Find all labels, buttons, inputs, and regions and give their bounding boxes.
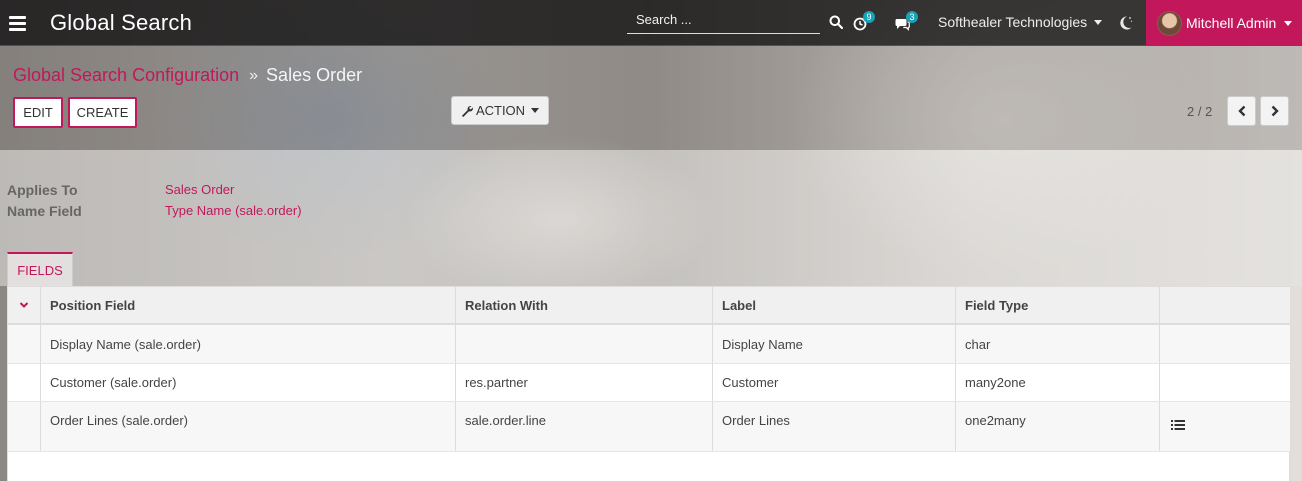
action-label: ACTION [475,103,526,118]
app-menu-button[interactable] [0,0,34,46]
app-title: Global Search [50,9,193,35]
messages-button[interactable]: 3 [895,11,919,32]
control-panel: Global Search Configuration » Sales Orde… [0,46,1302,150]
global-search-input[interactable] [627,6,820,33]
cell-label: Order Lines [713,402,956,451]
cell-relation-with: sale.order.line [456,402,713,451]
cell-label: Display Name [713,325,956,363]
column-header-relation-with[interactable]: Relation With [456,287,713,323]
breadcrumb-separator-icon: » [249,66,259,84]
cell-actions [1160,364,1290,401]
action-dropdown-button[interactable]: ACTION [451,96,549,125]
applies-to-field: Applies To Sales Order [7,182,234,198]
row-handle [8,402,41,451]
list-icon[interactable] [1171,419,1185,431]
user-menu[interactable]: Mitchell Admin [1146,0,1302,46]
caret-down-icon [531,108,540,113]
name-field-field: Name Field Type Name (sale.order) [7,203,302,219]
pager-next-button[interactable] [1260,96,1289,126]
breadcrumb-current: Sales Order [266,65,363,85]
column-header-position-field[interactable]: Position Field [41,287,456,323]
search-icon[interactable] [829,15,843,29]
cell-actions [1160,402,1290,451]
cell-field-type: one2many [956,402,1160,451]
cell-position-field: Display Name (sale.order) [41,325,456,363]
row-handle [8,325,41,363]
applies-to-value[interactable]: Sales Order [165,182,234,198]
global-search-field [627,6,820,34]
wrench-icon [462,105,473,117]
pager-previous-button[interactable] [1227,96,1256,126]
edit-button[interactable]: EDIT [13,97,63,128]
fields-table: Position Field Relation With Label Field… [7,286,1290,481]
cell-relation-with [456,325,713,363]
table-row[interactable]: Customer (sale.order) res.partner Custom… [8,364,1290,402]
activity-button[interactable]: 9 [853,11,875,32]
chevron-down-icon [19,302,29,308]
name-field-label: Name Field [7,203,82,219]
breadcrumb: Global Search Configuration » Sales Orde… [13,65,362,86]
cell-position-field: Order Lines (sale.order) [41,402,456,451]
pager-value: 2 / 2 [1187,104,1213,119]
chevron-left-icon [1237,105,1245,117]
cell-relation-with: res.partner [456,364,713,401]
column-header-actions [1160,287,1290,323]
company-switcher[interactable]: Softhealer Technologies [938,14,1103,30]
cell-field-type: many2one [956,364,1160,401]
hamburger-icon [8,15,26,31]
table-row[interactable]: Display Name (sale.order) Display Name c… [8,325,1290,364]
name-field-value[interactable]: Type Name (sale.order) [165,203,302,219]
cell-position-field: Customer (sale.order) [41,364,456,401]
create-button[interactable]: CREATE [68,97,137,128]
column-header-field-type[interactable]: Field Type [956,287,1160,323]
dark-mode-toggle-icon[interactable] [1116,14,1134,32]
company-name: Softhealer Technologies [938,14,1088,30]
cell-field-type: char [956,325,1160,363]
caret-down-icon [1284,20,1293,26]
form-sheet: Applies To Sales Order Name Field Type N… [0,150,1302,286]
applies-to-label: Applies To [7,182,78,198]
cell-label: Customer [713,364,956,401]
cell-actions [1160,325,1290,363]
breadcrumb-parent-link[interactable]: Global Search Configuration [13,65,239,86]
column-toggle-button[interactable] [8,287,41,323]
activity-count-badge: 9 [863,11,875,23]
row-handle [8,364,41,401]
table-header-row: Position Field Relation With Label Field… [8,287,1290,325]
table-row[interactable]: Order Lines (sale.order) sale.order.line… [8,402,1290,452]
column-header-label[interactable]: Label [713,287,956,323]
chevron-right-icon [1271,105,1279,117]
messages-count-badge: 3 [906,11,918,23]
user-avatar [1157,10,1182,36]
tab-fields[interactable]: FIELDS [7,252,73,286]
caret-down-icon [1094,19,1103,25]
user-name: Mitchell Admin [1186,15,1277,31]
